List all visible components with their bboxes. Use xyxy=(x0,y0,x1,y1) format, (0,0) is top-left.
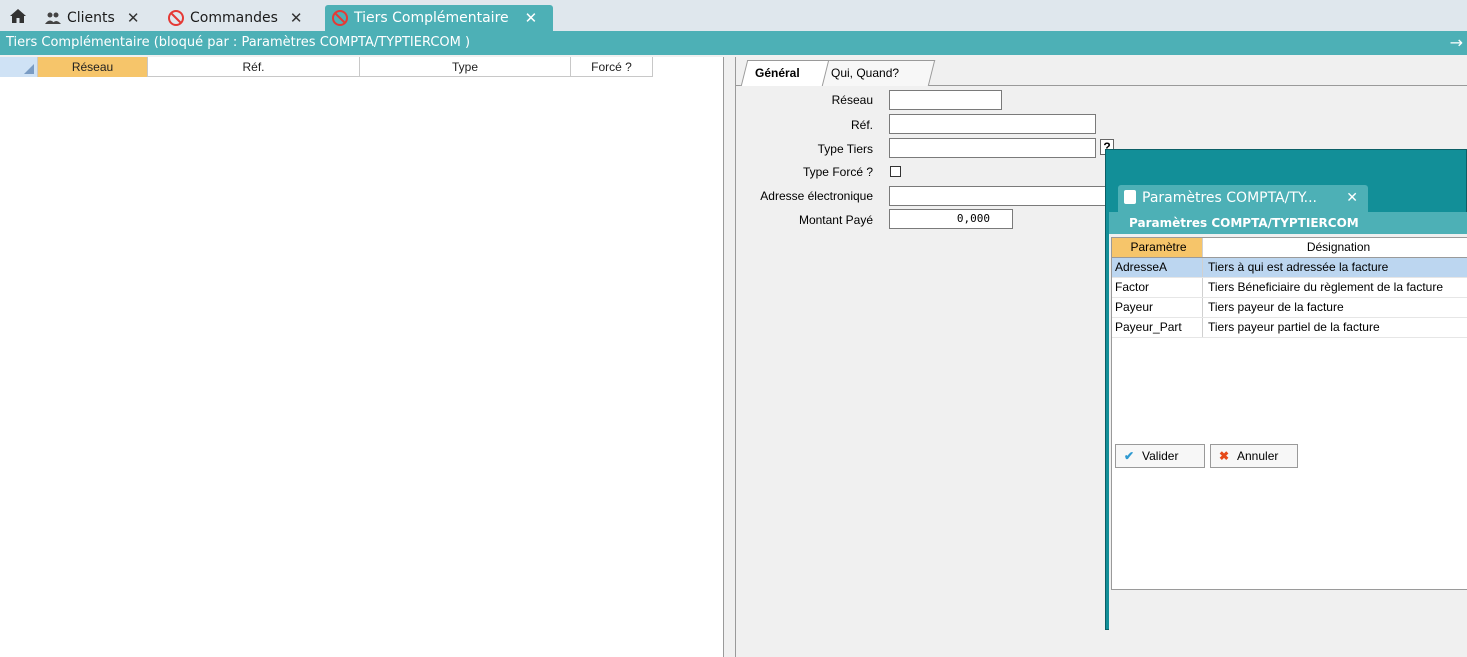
tab-commandes[interactable]: Commandes ✕ xyxy=(167,5,302,31)
column-header-reseau[interactable]: Réseau xyxy=(38,57,148,77)
clipboard-icon xyxy=(1124,190,1136,204)
column-header-type[interactable]: Type xyxy=(360,57,571,77)
table-row[interactable]: Payeur Tiers payeur de la facture xyxy=(1112,298,1467,318)
app-tab-strip: Clients ✕ Commandes ✕ Tiers Complémentai… xyxy=(0,0,1467,31)
tab-label: Clients xyxy=(67,10,115,26)
type-tiers-input[interactable] xyxy=(889,138,1096,158)
column-header-ref[interactable]: Réf. xyxy=(148,57,360,77)
records-grid[interactable]: Réseau Réf. Type Forcé ? xyxy=(0,57,724,657)
cell-designation: Tiers Béneficiaire du règlement de la fa… xyxy=(1208,280,1444,294)
users-icon xyxy=(45,12,61,24)
parametres-dialog: Paramètres COMPTA/TY... ✕ Paramètres COM… xyxy=(1105,149,1467,630)
montant-input[interactable]: 0,000 xyxy=(889,209,1013,229)
blocked-icon xyxy=(168,10,184,26)
cell-designation: Tiers payeur partiel de la facture xyxy=(1208,320,1380,334)
table-row[interactable]: Factor Tiers Béneficiaire du règlement d… xyxy=(1112,278,1467,298)
reseau-input[interactable] xyxy=(889,90,1002,110)
cell-parametre: Payeur xyxy=(1112,298,1203,317)
ref-label: Réf. xyxy=(850,118,873,132)
dialog-subtitle: Paramètres COMPTA/TYPTIERCOM xyxy=(1109,212,1467,234)
blocked-icon xyxy=(332,10,348,26)
dialog-tab[interactable]: Paramètres COMPTA/TY... ✕ xyxy=(1118,185,1368,212)
ref-input[interactable] xyxy=(889,114,1096,134)
tab-label: Qui, Quand? xyxy=(831,66,900,80)
tab-label: Tiers Complémentaire xyxy=(354,10,509,26)
type-tiers-label: Type Tiers xyxy=(817,142,873,156)
tab-clients[interactable]: Clients ✕ xyxy=(44,5,139,31)
tab-label: Commandes xyxy=(190,10,278,26)
parametres-grid[interactable]: Paramètre Désignation AdresseA Tiers à q… xyxy=(1111,237,1467,590)
column-header-designation[interactable]: Désignation xyxy=(1204,238,1467,257)
button-label: Annuler xyxy=(1237,449,1279,463)
cross-icon: ✖ xyxy=(1219,449,1230,463)
grid-header: Réseau Réf. Type Forcé ? xyxy=(0,57,653,77)
montant-label: Montant Payé xyxy=(798,213,873,227)
column-header-force[interactable]: Forcé ? xyxy=(571,57,653,77)
row-selector-header[interactable] xyxy=(0,57,38,77)
close-icon[interactable]: ✕ xyxy=(127,9,140,27)
tab-general[interactable]: Général xyxy=(740,60,830,86)
arrow-right-icon[interactable]: → xyxy=(1450,31,1463,55)
sort-triangle-icon xyxy=(24,64,34,74)
tab-label: Général xyxy=(755,66,800,80)
window-title-bar: Tiers Complémentaire (bloqué par : Param… xyxy=(0,31,1467,55)
home-icon[interactable] xyxy=(9,7,27,25)
dialog-body: Paramètres COMPTA/TYPTIERCOM Paramètre D… xyxy=(1109,212,1467,630)
annuler-button[interactable]: ✖ Annuler xyxy=(1210,444,1298,468)
close-icon[interactable]: ✕ xyxy=(290,9,303,27)
table-row[interactable]: AdresseA Tiers à qui est adressée la fac… xyxy=(1112,258,1467,278)
cell-parametre: Payeur_Part xyxy=(1112,318,1203,337)
reseau-label: Réseau xyxy=(831,93,873,107)
valider-button[interactable]: ✔ Valider xyxy=(1115,444,1205,468)
table-row[interactable]: Payeur_Part Tiers payeur partiel de la f… xyxy=(1112,318,1467,338)
tab-tiers-complementaire[interactable]: Tiers Complémentaire ✕ xyxy=(325,5,553,31)
close-icon[interactable]: ✕ xyxy=(1346,185,1358,212)
column-header-parametre[interactable]: Paramètre xyxy=(1112,238,1203,257)
adresse-label: Adresse électronique xyxy=(760,189,873,203)
adresse-input[interactable] xyxy=(889,186,1109,206)
close-icon[interactable]: ✕ xyxy=(525,9,538,27)
button-label: Valider xyxy=(1142,449,1179,463)
type-force-label: Type Forcé ? xyxy=(802,165,873,179)
type-force-checkbox[interactable] xyxy=(890,166,901,177)
cell-designation: Tiers à qui est adressée la facture xyxy=(1208,260,1389,274)
grid-header: Paramètre Désignation xyxy=(1112,238,1467,258)
window-title: Tiers Complémentaire (bloqué par : Param… xyxy=(6,35,471,50)
cell-designation: Tiers payeur de la facture xyxy=(1208,300,1344,314)
cell-parametre: Factor xyxy=(1112,278,1203,297)
dialog-tab-title: Paramètres COMPTA/TY... xyxy=(1142,190,1317,206)
cell-parametre: AdresseA xyxy=(1112,258,1203,277)
checkmark-icon: ✔ xyxy=(1124,449,1135,463)
tab-qui-quand[interactable]: Qui, Quand? xyxy=(816,60,936,86)
